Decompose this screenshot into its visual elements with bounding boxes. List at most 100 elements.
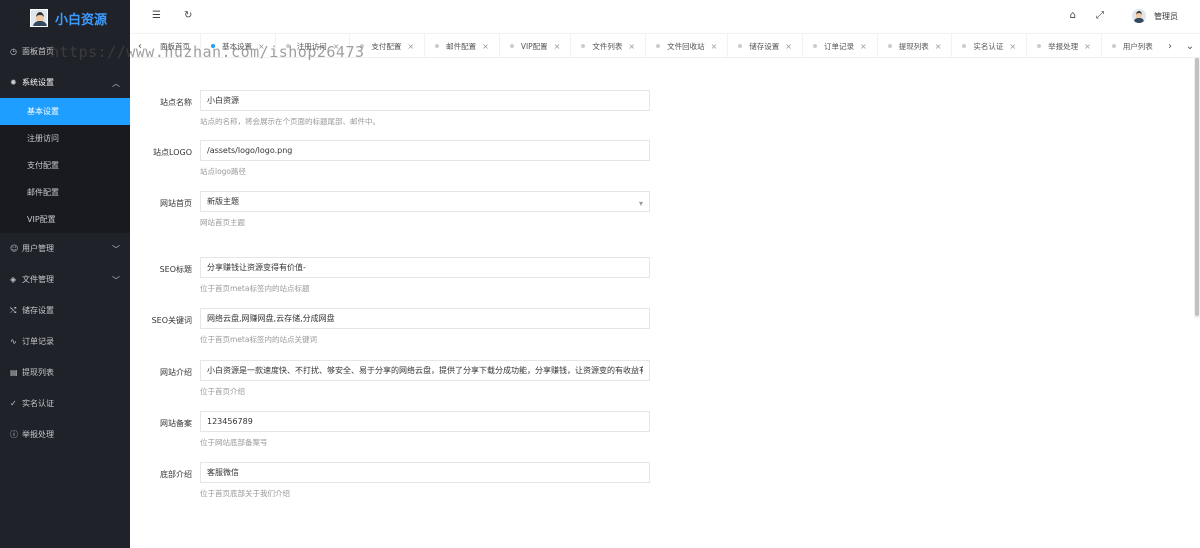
sidebar-item-dashboard[interactable]: ◷ 面板首页 bbox=[0, 36, 130, 67]
sidebar-subitem-payment-config[interactable]: 支付配置 bbox=[0, 152, 130, 179]
user-name: 管理员 bbox=[1154, 11, 1178, 21]
chevron-down-icon: ﹀ bbox=[112, 276, 120, 285]
site-name-input[interactable] bbox=[207, 96, 643, 105]
caret-down-icon: ▾ bbox=[638, 199, 643, 208]
tab-dot-icon bbox=[656, 44, 661, 48]
tab-storage-settings[interactable]: 储存设置 × bbox=[728, 34, 803, 57]
site-icp-field[interactable] bbox=[200, 411, 650, 432]
chevron-down-icon: ﹀ bbox=[112, 245, 120, 254]
seo-title-input[interactable] bbox=[207, 263, 643, 272]
tabs-dropdown-icon[interactable]: ⌄ bbox=[1180, 34, 1200, 57]
tab-payment-config[interactable]: 支付配置 × bbox=[350, 34, 426, 57]
tab-label: 举报处理 bbox=[1048, 41, 1079, 51]
close-icon[interactable]: × bbox=[258, 42, 265, 51]
tab-label: 实名认证 bbox=[973, 41, 1004, 51]
sidebar-item-label: 实名认证 bbox=[22, 399, 54, 408]
sidebar-subitem-basic-settings[interactable]: 基本设置 bbox=[0, 98, 130, 125]
tab-file-recycle-bin[interactable]: 文件回收站 × bbox=[646, 34, 729, 57]
close-icon[interactable]: × bbox=[935, 42, 942, 51]
fullscreen-icon[interactable]: ⤢ bbox=[1096, 10, 1104, 21]
close-icon[interactable]: × bbox=[860, 42, 867, 51]
close-icon[interactable]: × bbox=[554, 42, 561, 51]
footer-intro-label: 底部介绍 bbox=[160, 470, 192, 479]
close-icon[interactable]: × bbox=[628, 42, 635, 51]
tab-dot-icon bbox=[813, 44, 817, 48]
tab-label: VIP配置 bbox=[520, 41, 548, 51]
chevron-up-icon: ︿ bbox=[112, 79, 120, 88]
seo-keywords-label: SEO关键词 bbox=[151, 316, 192, 325]
close-icon[interactable]: × bbox=[711, 42, 718, 51]
user-avatar bbox=[1132, 9, 1146, 23]
tab-dot-icon bbox=[738, 44, 743, 48]
close-icon[interactable]: × bbox=[1009, 42, 1016, 51]
sidebar-item-label: 订单记录 bbox=[22, 337, 54, 346]
site-home-help: 网站首页主题 bbox=[200, 218, 245, 227]
site-logo-field[interactable] bbox=[200, 140, 650, 161]
sidebar-item-realname-auth[interactable]: ✓ 实名认证 bbox=[0, 388, 130, 419]
close-icon[interactable]: × bbox=[407, 42, 414, 51]
close-icon[interactable]: × bbox=[785, 42, 792, 51]
seo-title-field[interactable] bbox=[200, 257, 650, 278]
tab-file-list[interactable]: 文件列表 × bbox=[571, 34, 647, 57]
sidebar-item-file-management[interactable]: ◈ 文件管理 ﹀ bbox=[0, 264, 130, 295]
tab-label: 邮件配置 bbox=[446, 41, 477, 51]
tab-label: 提现列表 bbox=[898, 41, 929, 51]
tab-register-access[interactable]: 注册访问 × bbox=[276, 34, 351, 57]
scrollbar-thumb[interactable] bbox=[1195, 58, 1199, 316]
menu-toggle-icon[interactable]: ☰ bbox=[152, 10, 161, 21]
tab-dot-icon bbox=[962, 44, 967, 48]
home-icon[interactable]: ⌂ bbox=[1070, 10, 1076, 21]
tab-basic-settings[interactable]: 基本设置 × bbox=[201, 34, 276, 57]
seo-keywords-input[interactable] bbox=[207, 314, 643, 323]
activity-icon: ∿ bbox=[10, 337, 17, 346]
tab-order-records[interactable]: 订单记录 × bbox=[803, 34, 878, 57]
tabs-prev-icon[interactable]: ‹ bbox=[130, 34, 150, 57]
tab-dot-icon bbox=[211, 44, 215, 48]
sidebar-item-label: 提现列表 bbox=[22, 368, 54, 377]
tab-withdraw-list[interactable]: 提现列表 × bbox=[878, 34, 953, 57]
site-intro-help: 位于首页介绍 bbox=[200, 387, 245, 396]
sidebar-item-label: 举报处理 bbox=[22, 430, 54, 439]
user-icon: ☺ bbox=[10, 244, 19, 253]
sidebar-item-withdraw-list[interactable]: ▤ 提现列表 bbox=[0, 357, 130, 388]
sidebar-item-user-management[interactable]: ☺ 用户管理 ﹀ bbox=[0, 233, 130, 264]
sidebar-subitem-register-access[interactable]: 注册访问 bbox=[0, 125, 130, 152]
logo-avatar-icon bbox=[30, 9, 48, 27]
user-menu[interactable]: 管理员 bbox=[1132, 9, 1178, 23]
footer-intro-field[interactable] bbox=[200, 462, 650, 483]
sidebar-subitem-vip-config[interactable]: VIP配置 bbox=[0, 206, 130, 233]
site-logo-input[interactable] bbox=[207, 146, 643, 155]
close-icon[interactable]: × bbox=[333, 42, 340, 51]
sidebar-item-label: 用户管理 bbox=[22, 244, 54, 253]
close-icon[interactable]: × bbox=[1084, 42, 1091, 51]
tab-mail-config[interactable]: 邮件配置 × bbox=[425, 34, 500, 57]
site-home-select[interactable]: 新版主题 ▾ bbox=[200, 191, 650, 212]
tab-label: 储存设置 bbox=[749, 41, 780, 51]
refresh-icon[interactable]: ↻ bbox=[184, 10, 192, 21]
site-name-field[interactable] bbox=[200, 90, 650, 111]
tab-report-handling[interactable]: 举报处理 × bbox=[1027, 34, 1102, 57]
tabs-next-icon[interactable]: › bbox=[1160, 34, 1180, 57]
seo-keywords-field[interactable] bbox=[200, 308, 650, 329]
sidebar-item-report-handling[interactable]: ⓘ 举报处理 bbox=[0, 419, 130, 450]
tab-realname-auth[interactable]: 实名认证 × bbox=[952, 34, 1028, 57]
tab-dashboard[interactable]: 面板首页 bbox=[150, 34, 201, 57]
site-intro-field[interactable] bbox=[200, 360, 650, 381]
close-icon[interactable]: × bbox=[482, 42, 489, 51]
footer-intro-input[interactable] bbox=[207, 468, 643, 477]
site-intro-input[interactable] bbox=[207, 366, 643, 375]
site-icp-help: 位于网站底部备案号 bbox=[200, 438, 268, 447]
sidebar-item-order-records[interactable]: ∿ 订单记录 bbox=[0, 326, 130, 357]
gear-icon: ✹ bbox=[10, 78, 17, 87]
logo[interactable]: 小白资源 bbox=[0, 0, 130, 36]
site-intro-label: 网站介绍 bbox=[160, 368, 192, 377]
sidebar-item-system-settings[interactable]: ✹ 系统设置 ︿ bbox=[0, 67, 130, 98]
site-icp-input[interactable] bbox=[207, 417, 643, 426]
site-home-selected: 新版主题 bbox=[207, 197, 239, 206]
tab-vip-config[interactable]: VIP配置 × bbox=[500, 34, 572, 57]
sidebar-item-storage-settings[interactable]: ⤭ 储存设置 bbox=[0, 295, 130, 326]
system-settings-submenu: 基本设置 注册访问 支付配置 邮件配置 VIP配置 bbox=[0, 98, 130, 233]
tab-user-list[interactable]: 用户列表× bbox=[1102, 34, 1160, 57]
scrollbar[interactable] bbox=[1194, 58, 1200, 318]
sidebar-subitem-mail-config[interactable]: 邮件配置 bbox=[0, 179, 130, 206]
